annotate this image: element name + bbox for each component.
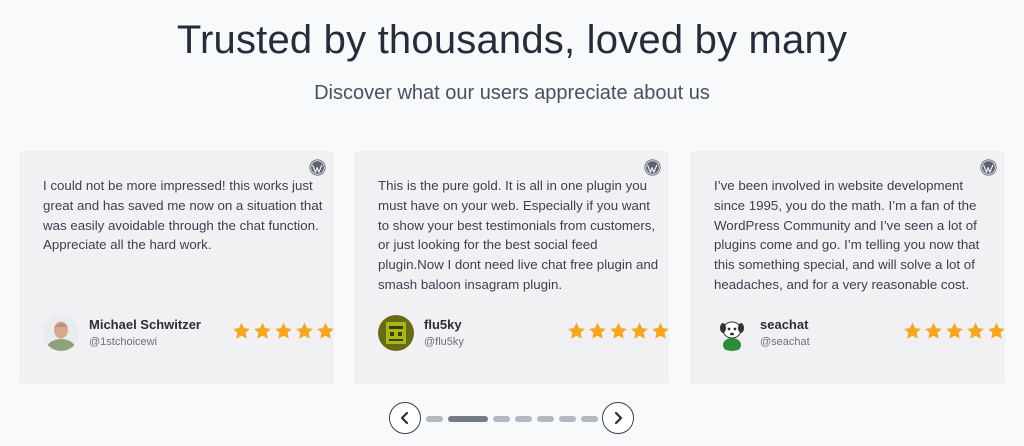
previous-button[interactable] [389,402,421,434]
avatar [714,315,750,351]
testimonial-quote: I could not be more impressed! this work… [43,178,323,253]
author-handle: @flu5ky [424,336,464,348]
wordpress-icon[interactable] [644,159,661,176]
pagination-dot[interactable] [559,416,576,422]
pagination-dot[interactable] [515,416,532,422]
wordpress-icon[interactable] [980,159,997,176]
star-icon [610,322,627,339]
star-icon [568,322,585,339]
pagination-dots [426,416,598,422]
star-icon [317,322,334,339]
avatar [43,315,79,351]
star-icon [254,322,271,339]
star-icon [275,322,292,339]
author-name: seachat [760,317,809,332]
star-icon [967,322,984,339]
author-handle: @1stchoicewi [89,336,158,348]
testimonial-carousel: I could not be more impressed! this work… [19,151,1005,384]
star-icon [904,322,921,339]
avatar [378,315,414,351]
carousel-navigation [388,402,636,436]
star-icon [233,322,250,339]
testimonial-card: I could not be more impressed! this work… [19,151,334,384]
pagination-dot-active[interactable] [448,416,488,422]
next-button[interactable] [602,402,634,434]
star-icon [988,322,1005,339]
rating-stars [567,322,670,340]
star-icon [652,322,669,339]
testimonial-quote: This is the pure gold. It is all in one … [378,178,659,292]
pagination-dot[interactable] [493,416,510,422]
chevron-left-icon [400,411,409,425]
star-icon [925,322,942,339]
star-icon [589,322,606,339]
star-icon [631,322,648,339]
testimonial-card: I’ve been involved in website developmen… [690,151,1005,384]
wordpress-icon[interactable] [309,159,326,176]
section-title: Trusted by thousands, loved by many [176,18,848,62]
author-name: flu5ky [424,317,462,332]
testimonial-author: seachat @seachat [714,313,1005,353]
testimonial-author: flu5ky @flu5ky [378,313,669,353]
testimonial-author: Michael Schwitzer @1stchoicewi [43,313,334,353]
author-handle: @seachat [760,336,810,348]
star-icon [296,322,313,339]
section-subtitle: Discover what our users appreciate about… [314,82,710,104]
author-name: Michael Schwitzer [89,317,201,332]
pagination-dot[interactable] [426,416,443,422]
pagination-dot[interactable] [537,416,554,422]
testimonial-quote: I’ve been involved in website developmen… [714,178,980,292]
star-icon [946,322,963,339]
testimonial-card: This is the pure gold. It is all in one … [354,151,669,384]
rating-stars [903,322,1006,340]
rating-stars [232,322,335,340]
chevron-right-icon [614,411,623,425]
pagination-dot[interactable] [581,416,598,422]
